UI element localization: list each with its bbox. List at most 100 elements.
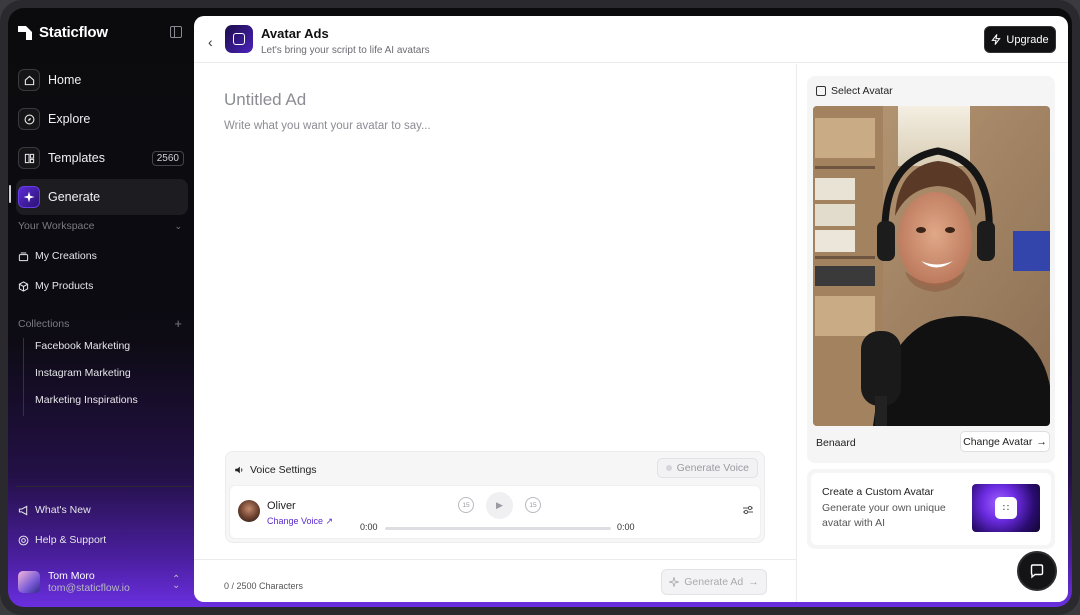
collections-tree-line <box>23 338 24 416</box>
sidebar: Staticflow Home Explore Templates 2560 G… <box>8 8 194 607</box>
staticflow-logo-icon <box>18 25 32 40</box>
workspace-section-header[interactable]: Your Workspace ⌄ <box>18 220 182 232</box>
voice-settings-header: Voice Settings <box>234 464 317 476</box>
page-subtitle: Let's bring your script to life AI avata… <box>261 45 430 56</box>
user-menu[interactable]: Tom Moro tom@staticflow.io <box>18 570 130 594</box>
chevron-down-icon: ⌄ <box>174 220 182 231</box>
generate-voice-label: Generate Voice <box>676 462 749 474</box>
panel-divider <box>796 64 797 602</box>
change-avatar-button[interactable]: Change Avatar → <box>960 431 1050 452</box>
help-support-link[interactable]: Help & Support <box>18 534 106 546</box>
app-window: Staticflow Home Explore Templates 2560 G… <box>8 8 1072 607</box>
collection-item[interactable]: Marketing Inspirations <box>35 394 138 406</box>
whats-new-link[interactable]: What's New <box>18 504 91 516</box>
script-editor: Untitled Ad Write what you want your ava… <box>194 64 796 602</box>
sidebar-item-label: Templates <box>48 151 105 165</box>
avatar <box>18 571 40 593</box>
sidebar-item-generate[interactable]: Generate <box>16 179 188 215</box>
main-panel: ‹ Avatar Ads Let's bring your script to … <box>194 16 1068 602</box>
sidebar-item-explore[interactable]: Explore <box>16 101 188 137</box>
layout-icon <box>18 147 40 169</box>
rewind-seconds: 15 <box>462 501 470 509</box>
page-header: ‹ Avatar Ads Let's bring your script to … <box>194 16 1068 63</box>
lightning-icon <box>991 34 1002 45</box>
character-count: 0 / 2500 Characters <box>224 581 304 591</box>
chat-bubble-icon <box>1030 564 1044 579</box>
box-icon <box>18 280 29 292</box>
generate-voice-button[interactable]: Generate Voice <box>656 458 758 478</box>
sidebar-divider <box>16 486 192 487</box>
select-avatar-heading: Select Avatar <box>831 85 893 97</box>
avatar-frame-icon <box>816 86 826 96</box>
sliders-icon[interactable] <box>742 505 754 518</box>
dots-grid-icon: ∷ <box>995 497 1017 519</box>
play-button[interactable]: ▶ <box>486 492 513 519</box>
voice-avatar <box>238 500 260 522</box>
voice-player: Oliver Change Voice ↗ 15 ▶ 15 0:00 0:00 <box>229 485 761 539</box>
custom-avatar-inner: Create a Custom Avatar Generate your own… <box>811 473 1051 545</box>
sidebar-item-my-creations[interactable]: My Creations <box>18 250 97 262</box>
page-title: Avatar Ads <box>261 26 329 41</box>
active-indicator <box>9 185 11 203</box>
sidebar-item-label: Generate <box>48 190 101 204</box>
custom-avatar-title: Create a Custom Avatar <box>822 486 934 498</box>
sidebar-item-label: Home <box>48 73 82 87</box>
speaker-icon <box>235 466 243 474</box>
avatar-ads-icon <box>225 25 253 53</box>
time-total: 0:00 <box>617 522 635 532</box>
custom-avatar-description: Generate your own unique avatar with AI <box>822 502 946 529</box>
collections-heading: Collections <box>18 317 70 330</box>
upgrade-button[interactable]: Upgrade <box>984 26 1056 53</box>
voice-settings-heading: Voice Settings <box>250 464 317 476</box>
custom-avatar-card[interactable]: Create a Custom Avatar Generate your own… <box>807 469 1055 549</box>
ad-title-input[interactable]: Untitled Ad <box>224 90 306 110</box>
forward-seconds: 15 <box>529 501 537 509</box>
audio-progress-bar[interactable] <box>385 527 611 530</box>
sidebar-collapse-icon[interactable] <box>170 26 182 38</box>
avatar-name: Benaard <box>816 437 856 449</box>
chat-button[interactable] <box>1017 551 1057 591</box>
megaphone-icon <box>18 505 28 515</box>
avatar-preview-image[interactable] <box>813 106 1050 426</box>
workspace-heading: Your Workspace <box>18 220 95 232</box>
editor-footer-divider <box>194 559 796 560</box>
voice-settings-panel: Voice Settings Generate Voice Oliver Cha… <box>225 451 765 543</box>
user-email: tom@staticflow.io <box>48 582 130 594</box>
brand-name: Staticflow <box>39 24 108 41</box>
sidebar-item-my-products[interactable]: My Products <box>18 280 93 292</box>
templates-count-badge: 2560 <box>151 150 184 166</box>
select-avatar-header: Select Avatar <box>816 85 893 97</box>
sidebar-item-home[interactable]: Home <box>16 62 188 98</box>
brand[interactable]: Staticflow <box>18 24 108 41</box>
lifebuoy-icon <box>18 535 29 545</box>
sidebar-item-templates[interactable]: Templates 2560 <box>16 140 188 176</box>
forward-15-icon[interactable]: 15 <box>525 497 541 513</box>
upgrade-label: Upgrade <box>1006 33 1049 46</box>
generate-ad-button[interactable]: Generate Ad → <box>661 569 767 595</box>
rewind-15-icon[interactable]: 15 <box>458 497 474 513</box>
chevron-up-down-icon[interactable]: ⌃ ⌄ <box>172 575 180 591</box>
time-elapsed: 0:00 <box>360 522 378 532</box>
change-voice-link[interactable]: Change Voice ↗ <box>267 516 333 527</box>
sidebar-item-label: My Products <box>35 280 94 292</box>
collections-section-header: Collections + <box>18 316 182 331</box>
status-dot-icon <box>665 465 672 471</box>
stack-icon <box>18 252 29 261</box>
help-support-label: Help & Support <box>35 534 107 546</box>
whats-new-label: What's New <box>35 504 91 516</box>
generate-ad-label: Generate Ad <box>684 576 744 588</box>
collection-item[interactable]: Instagram Marketing <box>35 367 131 379</box>
play-icon: ▶ <box>496 500 503 510</box>
sidebar-item-label: Explore <box>48 112 91 126</box>
back-chevron-icon[interactable]: ‹ <box>208 34 213 50</box>
sparkle-icon <box>18 186 40 208</box>
arrow-right-icon: → <box>748 576 759 588</box>
collection-item[interactable]: Facebook Marketing <box>35 340 130 352</box>
plus-icon[interactable]: + <box>174 316 182 331</box>
home-icon <box>18 69 40 91</box>
voice-name: Oliver <box>267 500 296 512</box>
script-textarea[interactable]: Write what you want your avatar to say..… <box>224 120 431 132</box>
compass-icon <box>18 108 40 130</box>
sidebar-item-label: My Creations <box>35 250 97 262</box>
change-avatar-label: Change Avatar <box>963 435 1033 448</box>
